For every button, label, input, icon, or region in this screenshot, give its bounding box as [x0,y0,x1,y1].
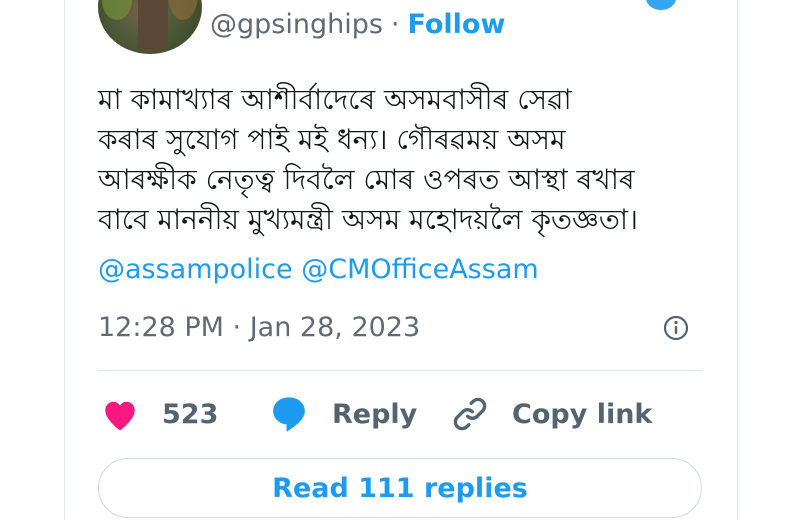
reply-label: Reply [332,398,418,430]
tweet-line: বাবে মাননীয় মুখ্যমন্ত্ৰী অসম মহোদয়লৈ ক… [98,203,638,236]
reply-button[interactable]: Reply [268,390,417,438]
copy-link-button[interactable]: Copy link [450,390,652,438]
tweet-line: মা কামাখ্যাৰ আশীৰ্বাদেৰে অসমবাসীৰ সেৱা [98,83,572,116]
like-button[interactable]: 523 [100,390,218,438]
author-handle[interactable]: @gpsinghips [210,9,383,40]
tweet-line: কৰাৰ সুযোগ পাই মই ধন্য। গৌৰৱময় অসম [98,123,566,156]
link-icon [453,397,487,431]
tweet-line: আৰক্ষীক নেতৃত্ব দিবলৈ মোৰ ওপৰত আস্থা ৰখা… [98,163,635,196]
mentions: @assampolice @CMOfficeAssam [98,250,539,290]
speech-bubble-icon [273,397,305,432]
tweet-text: মা কামাখ্যাৰ আশীৰ্বাদেৰে অসমবাসীৰ সেৱা ক… [98,80,718,240]
author-row: @gpsinghips · Follow [210,6,505,42]
divider [98,370,702,371]
info-icon[interactable] [663,315,689,341]
follow-button[interactable]: Follow [408,9,506,40]
action-bar: 523 Reply Copy link [98,390,702,438]
heart-icon [105,401,135,431]
mention-assampolice[interactable]: @assampolice [98,254,293,285]
separator-dot: · [390,8,400,40]
mention-cmofficeassam[interactable]: @CMOfficeAssam [301,254,538,285]
tweet-timestamp[interactable]: 12:28 PM · Jan 28, 2023 [98,308,420,348]
copy-link-label: Copy link [512,398,653,430]
like-count: 523 [162,398,219,430]
read-replies-button[interactable]: Read 111 replies [98,458,702,518]
